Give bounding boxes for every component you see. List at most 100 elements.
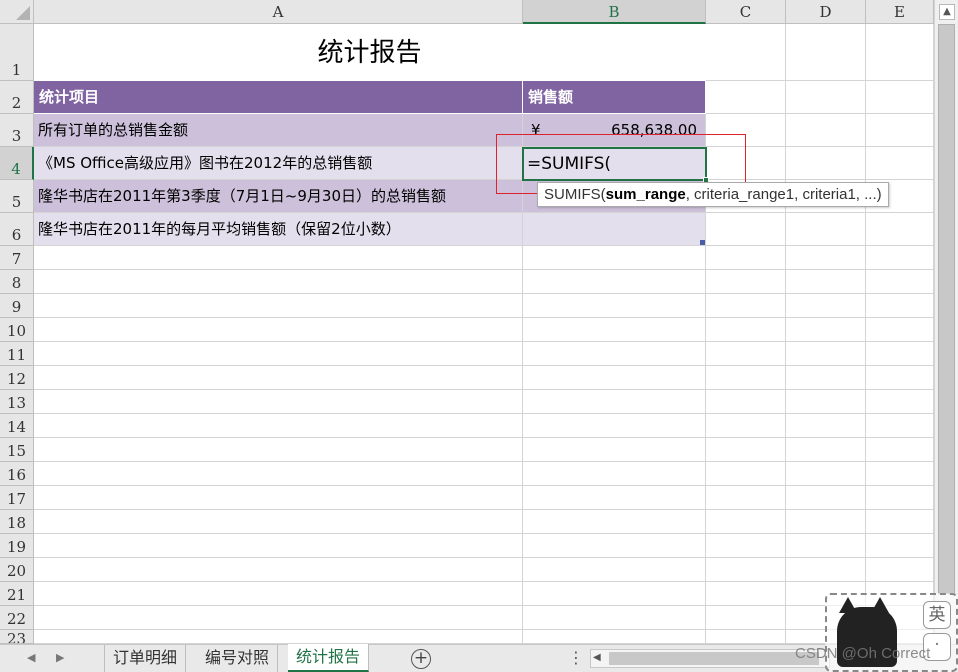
empty-cell[interactable] — [523, 414, 706, 438]
empty-cell[interactable] — [866, 270, 934, 294]
row-header[interactable]: 1 — [0, 24, 34, 81]
row-header[interactable]: 19 — [0, 534, 34, 558]
scroll-up-arrow-icon[interactable]: ▲ — [939, 4, 955, 20]
column-header-d[interactable]: D — [786, 0, 866, 24]
column-header-e[interactable]: E — [866, 0, 934, 24]
tab-id-lookup[interactable]: 编号对照 — [197, 645, 279, 672]
column-header-c[interactable]: C — [706, 0, 786, 24]
empty-cell[interactable] — [34, 558, 523, 582]
empty-cell[interactable] — [866, 558, 934, 582]
tab-statistics-report[interactable]: 统计报告 — [288, 644, 370, 672]
row-header[interactable]: 12 — [0, 366, 34, 390]
empty-cell[interactable] — [34, 462, 523, 486]
row-header[interactable]: 6 — [0, 213, 34, 246]
column-header-a[interactable]: A — [34, 0, 523, 24]
empty-cell[interactable] — [706, 390, 786, 414]
empty-cell[interactable] — [866, 246, 934, 270]
empty-cell[interactable] — [34, 510, 523, 534]
empty-cell[interactable] — [786, 462, 866, 486]
row-header[interactable]: 23 — [0, 630, 34, 644]
sales-value-cell[interactable] — [523, 213, 706, 246]
empty-cell[interactable] — [523, 606, 706, 630]
empty-cell[interactable] — [523, 246, 706, 270]
empty-cell[interactable] — [866, 81, 934, 114]
empty-cell[interactable] — [786, 534, 866, 558]
empty-cell[interactable] — [706, 24, 786, 81]
function-signature-tooltip[interactable]: SUMIFS(sum_range, criteria_range1, crite… — [537, 182, 889, 207]
empty-cell[interactable] — [786, 390, 866, 414]
header-cell-sales[interactable]: 销售额 — [523, 81, 706, 114]
empty-cell[interactable] — [523, 510, 706, 534]
empty-cell[interactable] — [786, 486, 866, 510]
empty-cell[interactable] — [34, 294, 523, 318]
row-header[interactable]: 2 — [0, 81, 34, 114]
empty-cell[interactable] — [786, 147, 866, 180]
empty-cell[interactable] — [866, 510, 934, 534]
empty-cell[interactable] — [706, 366, 786, 390]
empty-cell[interactable] — [523, 534, 706, 558]
empty-cell[interactable] — [706, 318, 786, 342]
empty-cell[interactable] — [706, 294, 786, 318]
empty-cell[interactable] — [34, 582, 523, 606]
empty-cell[interactable] — [706, 246, 786, 270]
row-header[interactable]: 17 — [0, 486, 34, 510]
empty-cell[interactable] — [786, 366, 866, 390]
select-all-button[interactable] — [0, 0, 34, 24]
empty-cell[interactable] — [786, 246, 866, 270]
more-options-icon[interactable]: ⋮ — [568, 648, 584, 667]
row-header[interactable]: 20 — [0, 558, 34, 582]
empty-cell[interactable] — [523, 270, 706, 294]
empty-cell[interactable] — [523, 630, 706, 644]
empty-cell[interactable] — [866, 147, 934, 180]
empty-cell[interactable] — [866, 366, 934, 390]
empty-cell[interactable] — [34, 486, 523, 510]
empty-cell[interactable] — [866, 294, 934, 318]
empty-cell[interactable] — [866, 342, 934, 366]
empty-cell[interactable] — [786, 414, 866, 438]
empty-cell[interactable] — [706, 606, 786, 630]
empty-cell[interactable] — [706, 486, 786, 510]
empty-cell[interactable] — [523, 318, 706, 342]
vertical-scrollbar[interactable]: ▲ — [934, 0, 958, 644]
row-header[interactable]: 5 — [0, 180, 34, 213]
empty-cell[interactable] — [34, 630, 523, 644]
tab-scroll-left-icon[interactable]: ◀ — [27, 651, 35, 664]
empty-cell[interactable] — [523, 342, 706, 366]
empty-cell[interactable] — [706, 342, 786, 366]
empty-cell[interactable] — [866, 414, 934, 438]
empty-cell[interactable] — [866, 534, 934, 558]
horizontal-scroll-thumb[interactable] — [609, 652, 819, 665]
empty-cell[interactable] — [786, 213, 866, 246]
empty-cell[interactable] — [866, 213, 934, 246]
empty-cell[interactable] — [786, 342, 866, 366]
empty-cell[interactable] — [786, 558, 866, 582]
empty-cell[interactable] — [523, 558, 706, 582]
empty-cell[interactable] — [34, 366, 523, 390]
empty-cell[interactable] — [34, 390, 523, 414]
empty-cell[interactable] — [866, 462, 934, 486]
empty-cell[interactable] — [786, 81, 866, 114]
empty-cell[interactable] — [34, 270, 523, 294]
empty-cell[interactable] — [786, 24, 866, 81]
row-header[interactable]: 16 — [0, 462, 34, 486]
empty-cell[interactable] — [706, 510, 786, 534]
tab-order-details[interactable]: 订单明细 — [104, 645, 187, 672]
empty-cell[interactable] — [34, 318, 523, 342]
empty-cell[interactable] — [706, 534, 786, 558]
empty-cell[interactable] — [706, 438, 786, 462]
row-header[interactable]: 15 — [0, 438, 34, 462]
empty-cell[interactable] — [523, 582, 706, 606]
empty-cell[interactable] — [523, 390, 706, 414]
empty-cell[interactable] — [523, 438, 706, 462]
ime-language-toggle[interactable]: 英 — [923, 601, 951, 629]
empty-cell[interactable] — [34, 438, 523, 462]
item-label-cell[interactable]: 所有订单的总销售金额 — [34, 114, 523, 147]
empty-cell[interactable] — [786, 438, 866, 462]
empty-cell[interactable] — [523, 462, 706, 486]
empty-cell[interactable] — [523, 366, 706, 390]
empty-cell[interactable] — [786, 270, 866, 294]
header-cell-item[interactable]: 统计项目 — [34, 81, 523, 114]
empty-cell[interactable] — [34, 414, 523, 438]
tooltip-current-arg[interactable]: sum_range — [606, 186, 686, 203]
vertical-scroll-thumb[interactable] — [938, 24, 955, 594]
